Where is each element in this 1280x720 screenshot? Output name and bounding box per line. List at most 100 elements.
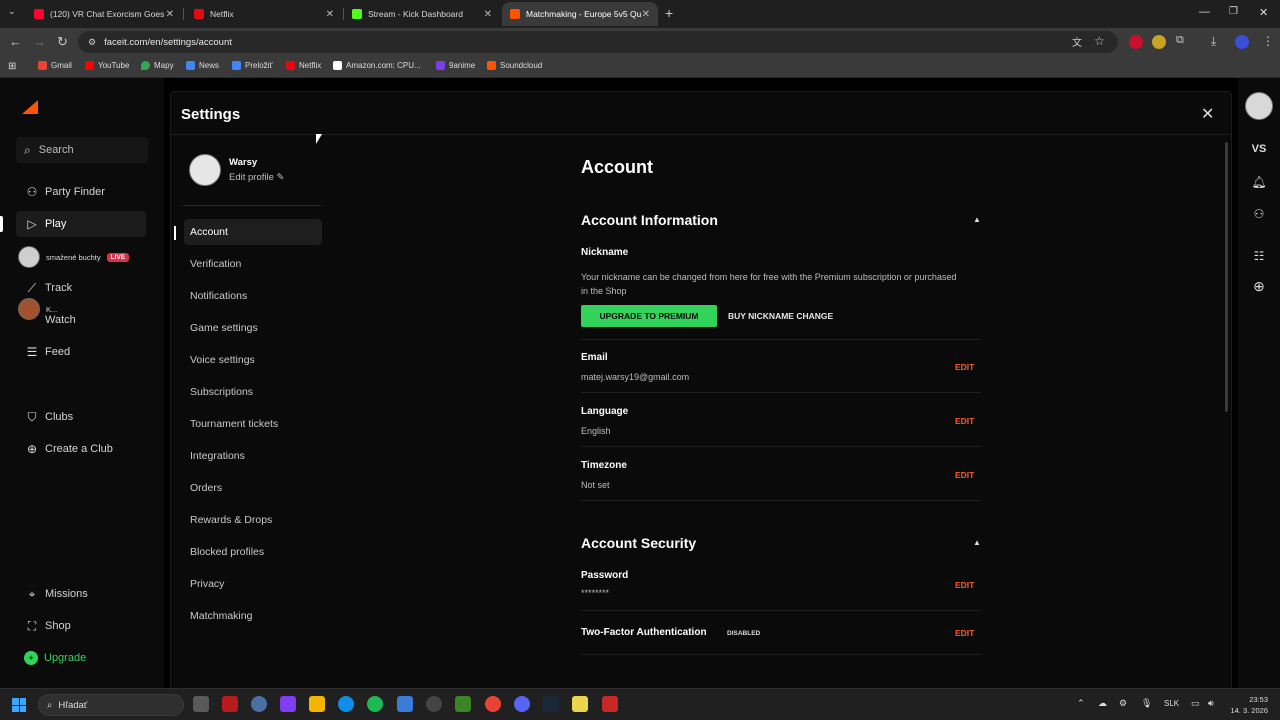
sidebar-item-party-finder[interactable]: ⚇ Party Finder [16,179,146,205]
bookmark-9anime[interactable]: 9anime [436,61,475,70]
store-icon[interactable] [397,696,413,712]
chrome-icon[interactable] [485,696,501,712]
file-explorer-icon[interactable] [309,696,325,712]
sidebar-search[interactable]: ⌕ Search [16,137,148,163]
settings-menu-account[interactable]: Account [184,219,322,245]
sidebar-item-shop[interactable]: ⛶ Shop [16,613,146,639]
tab-kick[interactable]: Stream - Kick Dashboard ✕ [344,2,500,26]
chevron-up-icon[interactable]: ⌃ [1077,698,1085,709]
app-icon[interactable] [572,696,588,712]
bookmark-netflix[interactable]: Netflix [286,61,321,70]
discord-icon[interactable] [514,696,530,712]
tab-faceit[interactable]: Matchmaking - Europe 5v5 Qu ✕ [502,2,658,26]
edit-email-button[interactable]: EDIT [955,362,974,372]
chevron-up-icon[interactable]: ▲ [973,215,981,224]
settings-gear-icon[interactable] [251,696,267,712]
steam-icon[interactable] [543,696,559,712]
minecraft-icon[interactable] [455,696,471,712]
settings-menu-tournament-tickets[interactable]: Tournament tickets [184,411,322,437]
scrollbar[interactable] [1225,142,1228,412]
settings-menu-verification[interactable]: Verification [184,251,322,277]
bookmark-star-icon[interactable]: ☆ [1094,34,1105,48]
party-icon[interactable]: ☷ [1238,249,1280,263]
language-indicator[interactable]: SLK [1164,699,1179,708]
settings-menu-rewards-drops[interactable]: Rewards & Drops [184,507,322,533]
spotify-icon[interactable] [367,696,383,712]
chevron-up-icon[interactable]: ▲ [973,538,981,547]
sidebar-item-upgrade[interactable]: + Upgrade [16,645,146,671]
volume-icon[interactable]: 🔊︎ [1208,698,1214,709]
settings-menu-subscriptions[interactable]: Subscriptions [184,379,322,405]
translate-icon[interactable]: 文 [1072,34,1082,49]
task-view-icon[interactable] [193,696,209,712]
tab-netflix[interactable]: Netflix ✕ [186,2,342,26]
url-text[interactable]: faceit.com/en/settings/account [104,37,232,48]
minimize-icon[interactable]: — [1199,6,1210,18]
settings-menu-game-settings[interactable]: Game settings [184,315,322,341]
buy-nickname-change-button[interactable]: BUY NICKNAME CHANGE [728,311,833,321]
new-tab-icon[interactable]: + [665,5,673,21]
vs-button[interactable]: VS [1238,143,1280,155]
reload-icon[interactable]: ↻ [57,34,68,50]
profile-avatar-icon[interactable] [1235,35,1249,49]
extension-icon[interactable] [1152,35,1166,49]
faceit-logo[interactable] [22,100,38,114]
extensions-puzzle-icon[interactable]: ⧉ [1176,34,1184,47]
taskbar-search[interactable]: ⌕ Hľadať [38,694,184,716]
sidebar-item-feed[interactable]: ☰ Feed [16,339,146,365]
close-tab-icon[interactable]: ✕ [166,9,174,20]
friends-icon[interactable]: ⚇ [1238,207,1280,221]
bookmark-mapy[interactable]: Mapy [141,61,174,70]
settings-menu-matchmaking[interactable]: Matchmaking [184,603,322,629]
settings-menu-orders[interactable]: Orders [184,475,322,501]
bookmark-gmail[interactable]: Gmail [38,61,72,70]
windows-start-icon[interactable] [12,698,26,712]
close-icon[interactable]: ✕ [1201,104,1214,124]
close-tab-icon[interactable]: ✕ [326,9,334,20]
bookmark-soundcloud[interactable]: Soundcloud [487,61,542,70]
sidebar-item-create-club[interactable]: ⊕ Create a Club [16,436,146,462]
valorant-icon[interactable] [222,696,238,712]
microphone-icon[interactable]: 🎙︎ [1141,698,1152,709]
sidebar-item-missions[interactable]: ⌖ Missions [16,581,146,607]
obs-icon[interactable] [426,696,442,712]
steam-tray-icon[interactable]: ⚙ [1119,698,1127,709]
upgrade-to-premium-button[interactable]: UPGRADE TO PREMIUM [581,305,717,327]
add-circle-icon[interactable]: ⊕ [1238,278,1280,295]
site-info-icon[interactable]: ⚙ [88,37,96,48]
settings-menu-notifications[interactable]: Notifications [184,283,322,309]
notifications-bell-icon[interactable]: 🔔︎ [1238,175,1280,189]
bookmark-amazon[interactable]: Amazon.com: CPU... [333,61,421,70]
live-stream-item[interactable]: smažené buchty LIVE [18,246,130,268]
extension-icon[interactable] [1129,35,1143,49]
edit-password-button[interactable]: EDIT [955,580,974,590]
bookmark-news[interactable]: News [186,61,219,70]
close-tab-icon[interactable]: ✕ [484,9,492,20]
bookmark-translate[interactable]: Preložiť [232,61,272,70]
apps-grid-icon[interactable]: ⊞ [8,61,16,72]
system-clock[interactable]: 23:53 14. 3. 2026 [1228,694,1268,716]
tab-youtube[interactable]: (120) VR Chat Exorcism Goes Te ✕ [26,2,182,26]
edit-language-button[interactable]: EDIT [955,416,974,426]
bookmark-youtube[interactable]: YouTube [85,61,129,70]
network-icon[interactable]: ▭ [1191,698,1200,709]
settings-menu-integrations[interactable]: Integrations [184,443,322,469]
menu-kebab-icon[interactable]: ⋮ [1262,34,1274,48]
app-icon[interactable] [280,696,296,712]
settings-menu-privacy[interactable]: Privacy [184,571,322,597]
edit-timezone-button[interactable]: EDIT [955,470,974,480]
edit-two-factor-button[interactable]: EDIT [955,628,974,638]
forward-icon[interactable]: → [33,34,46,49]
edit-profile-link[interactable]: Edit profile ✎ [229,172,285,183]
sidebar-item-watch[interactable]: Watch [40,307,140,333]
user-avatar[interactable] [1245,92,1273,120]
sidebar-item-play[interactable]: ▷ Play [16,211,146,237]
close-window-icon[interactable]: ✕ [1259,6,1268,19]
tab-search-icon[interactable]: ⌄ [8,6,16,17]
sidebar-item-clubs[interactable]: ⛉ Clubs [16,404,146,430]
address-bar[interactable]: ⚙ faceit.com/en/settings/account [78,31,1118,53]
close-tab-icon[interactable]: ✕ [642,9,650,20]
settings-menu-voice-settings[interactable]: Voice settings [184,347,322,373]
edge-icon[interactable] [338,696,354,712]
back-icon[interactable]: ← [9,34,22,49]
